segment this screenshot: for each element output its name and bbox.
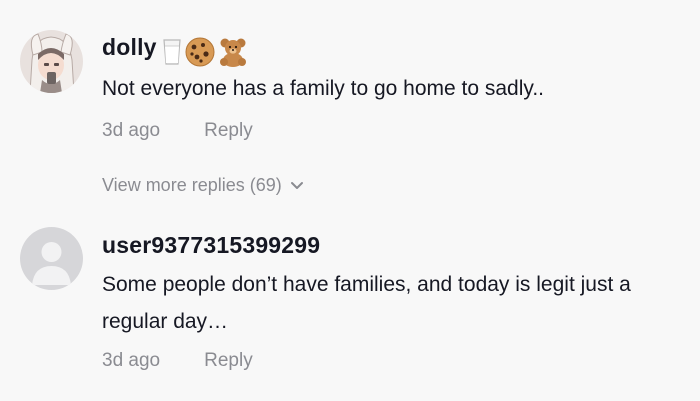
comment-timestamp: 3d ago [102, 120, 161, 141]
avatar-illustration-icon [20, 30, 83, 93]
chevron-down-icon[interactable] [290, 181, 304, 191]
default-avatar-icon [20, 227, 83, 290]
teddy-bear-icon [219, 38, 246, 67]
view-more-replies-button[interactable]: View more replies (69) [102, 175, 304, 196]
comment-meta: 3d ago Reply [102, 120, 253, 142]
username-emojis [161, 37, 250, 67]
milk-glass-icon [163, 39, 181, 65]
reply-button[interactable]: Reply [204, 350, 253, 371]
cookie-icon [185, 37, 215, 67]
comment-text: Some people don’t have families, and tod… [102, 273, 631, 333]
comment-username[interactable]: dolly [102, 34, 250, 67]
comment-meta: 3d ago Reply [102, 350, 253, 372]
reply-button[interactable]: Reply [204, 120, 253, 141]
username-text[interactable]: dolly [102, 34, 157, 60]
comment-timestamp: 3d ago [102, 350, 161, 371]
avatar[interactable] [20, 30, 83, 93]
avatar[interactable] [20, 227, 83, 290]
comment-text: Not everyone has a family to go home to … [102, 77, 545, 100]
view-more-replies-label[interactable]: View more replies (69) [102, 175, 282, 195]
comment-username[interactable]: user9377315399299 [102, 232, 320, 259]
